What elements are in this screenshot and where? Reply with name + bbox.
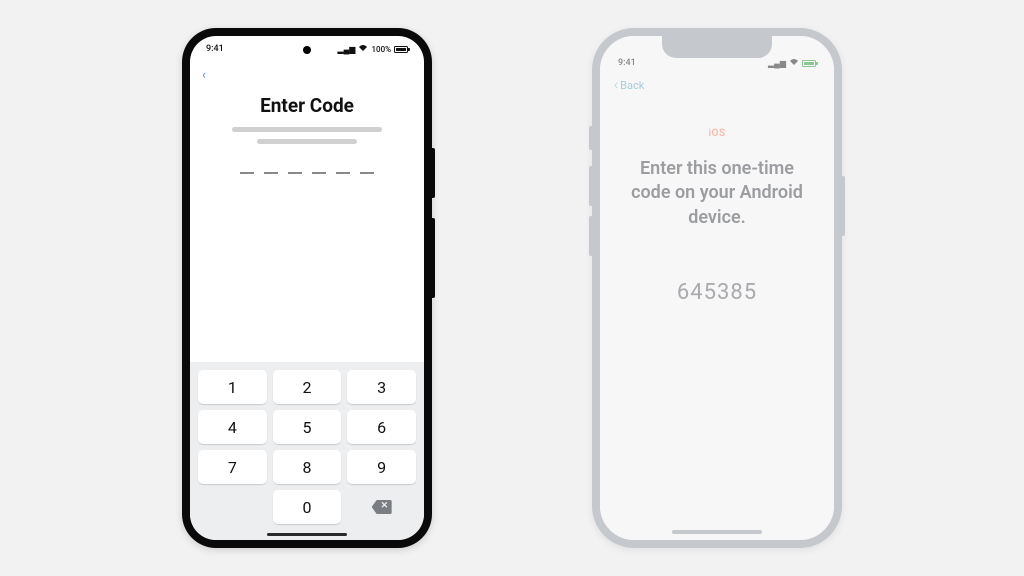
page-title: Enter Code — [260, 94, 354, 117]
signal-icon: ▂▄▆ — [768, 59, 786, 68]
android-screen: 9:41 ▂▄▆ 100% ‹ Enter Code — [190, 36, 424, 540]
keypad-0[interactable]: 0 — [273, 490, 342, 524]
wifi-icon — [358, 44, 368, 54]
battery-icon — [802, 60, 816, 67]
keypad-4[interactable]: 4 — [198, 410, 267, 444]
status-indicators: ▂▄▆ — [768, 58, 816, 68]
android-side-button — [432, 218, 435, 298]
keypad-3[interactable]: 3 — [347, 370, 416, 404]
instruction-text: Enter this one-time code on your Android… — [630, 157, 804, 230]
keypad-2[interactable]: 2 — [273, 370, 342, 404]
ios-device-frame: 9:41 ▂▄▆ ‹ Back iOS Enter this one-time … — [592, 28, 842, 548]
home-indicator[interactable] — [672, 530, 762, 534]
keypad-blank — [198, 490, 267, 524]
keypad-5[interactable]: 5 — [273, 410, 342, 444]
back-button[interactable]: ‹ Back — [614, 77, 644, 93]
android-nav-bar: ‹ — [190, 62, 424, 88]
keypad-1[interactable]: 1 — [198, 370, 267, 404]
ios-notch — [662, 36, 772, 58]
ios-side-button — [589, 126, 592, 150]
signal-icon: ▂▄▆ — [337, 45, 355, 54]
android-content: Enter Code — [190, 88, 424, 362]
one-time-code: 645385 — [677, 280, 757, 305]
keypad-backspace[interactable]: ✕ — [347, 490, 416, 524]
keypad-7[interactable]: 7 — [198, 450, 267, 484]
code-digit-slot — [336, 172, 350, 174]
status-time: 9:41 — [618, 58, 636, 68]
keypad-6[interactable]: 6 — [347, 410, 416, 444]
status-indicators: ▂▄▆ 100% — [337, 44, 408, 54]
android-side-button — [432, 148, 435, 198]
code-digit-slot — [360, 172, 374, 174]
status-time: 9:41 — [206, 44, 224, 54]
ios-side-button — [589, 216, 592, 256]
back-label: Back — [620, 79, 644, 92]
battery-icon — [394, 46, 408, 53]
ios-content: iOS Enter this one-time code on your And… — [600, 100, 834, 540]
backspace-icon: ✕ — [372, 500, 392, 514]
android-device-frame: 9:41 ▂▄▆ 100% ‹ Enter Code — [182, 28, 432, 548]
platform-label: iOS — [709, 128, 726, 139]
code-digit-slot — [288, 172, 302, 174]
chevron-left-icon: ‹ — [614, 77, 618, 93]
subtitle-placeholder — [232, 127, 382, 132]
ios-screen: 9:41 ▂▄▆ ‹ Back iOS Enter this one-time … — [600, 36, 834, 540]
ios-nav-bar: ‹ Back — [600, 70, 834, 100]
ios-side-button — [589, 166, 592, 206]
subtitle-placeholder — [257, 139, 357, 144]
back-button[interactable]: ‹ — [202, 67, 206, 83]
code-digit-slot — [312, 172, 326, 174]
wifi-icon — [789, 58, 799, 68]
battery-label: 100% — [371, 45, 391, 54]
android-camera-hole — [303, 46, 311, 54]
code-input[interactable] — [240, 172, 374, 174]
code-digit-slot — [240, 172, 254, 174]
ios-side-button — [842, 176, 845, 236]
code-digit-slot — [264, 172, 278, 174]
keypad-8[interactable]: 8 — [273, 450, 342, 484]
home-indicator[interactable] — [267, 533, 347, 536]
keypad-9[interactable]: 9 — [347, 450, 416, 484]
numeric-keypad: 1 2 3 4 5 6 7 8 9 0 ✕ — [190, 362, 424, 540]
